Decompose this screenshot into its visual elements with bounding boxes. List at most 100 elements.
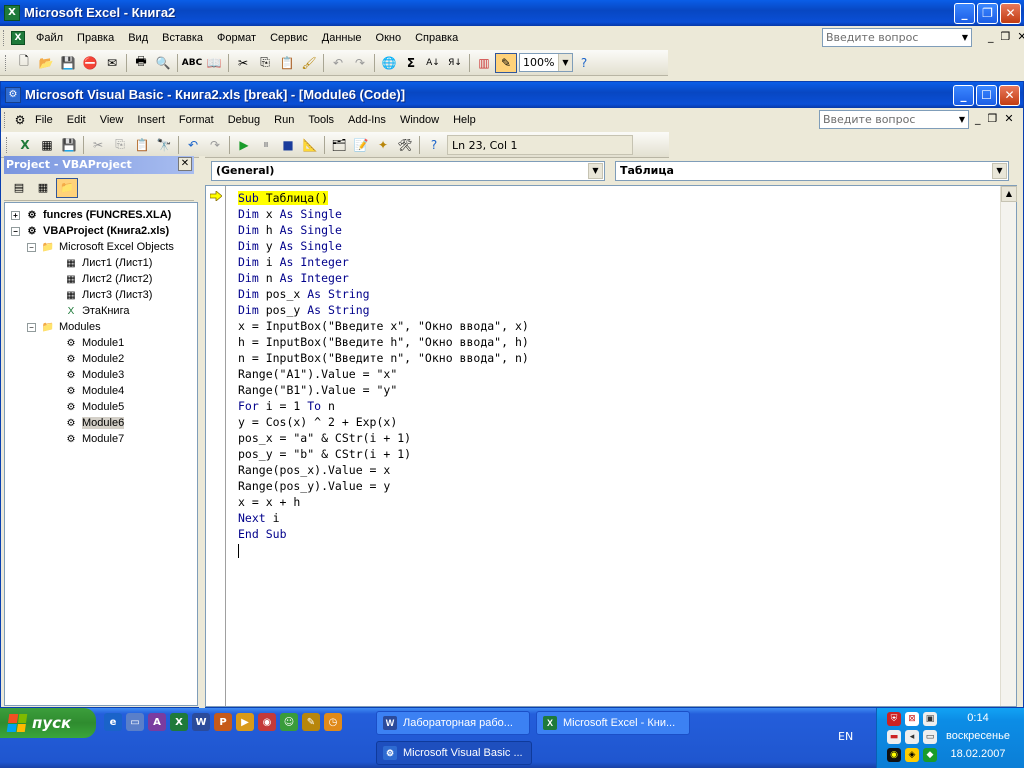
excel-menu-file[interactable]: Файл — [29, 32, 70, 44]
autosum-icon[interactable]: Σ — [400, 53, 422, 73]
chevron-down-icon[interactable]: ▼ — [959, 29, 971, 46]
help-icon[interactable]: ? — [573, 53, 595, 73]
vbe-close-button[interactable]: ✕ — [999, 85, 1020, 106]
vbe-menu-window[interactable]: Window — [393, 114, 446, 126]
undo-icon[interactable]: ↶ — [182, 135, 204, 155]
code-line[interactable]: Range("B1").Value = "y" — [238, 382, 529, 398]
vbe-menu-tools[interactable]: Tools — [301, 114, 341, 126]
excel-close-button[interactable]: ✕ — [1000, 3, 1021, 24]
vbe-ask-question-box[interactable]: Введите вопрос ▼ — [819, 110, 969, 129]
object-combo[interactable]: (General) ▼ — [211, 161, 605, 181]
powerpoint-icon[interactable]: P — [214, 713, 232, 731]
collapse-icon[interactable]: − — [11, 226, 20, 236]
code-editor[interactable]: Sub Таблица() Dim x As Single Dim h As S… — [205, 185, 1017, 707]
security-icon[interactable]: ◈ — [905, 748, 919, 762]
doc-minimize-icon[interactable]: _ — [988, 30, 994, 43]
access-icon[interactable]: A — [148, 713, 166, 731]
procedure-combo[interactable]: Таблица ▼ — [615, 161, 1009, 181]
format-painter-icon[interactable]: 🖌 — [298, 53, 320, 73]
tree-item-funcres[interactable]: + ⚙ funcres (FUNCRES.XLA) — [11, 207, 171, 223]
redo-icon[interactable]: ↷ — [349, 53, 371, 73]
tree-item-thisworkbook[interactable]: X ЭтаКнига — [63, 303, 130, 319]
tree-item-excel-objects[interactable]: − 📁 Microsoft Excel Objects — [27, 239, 174, 255]
spelling-icon[interactable]: ABC — [181, 53, 203, 73]
tree-item-sheet3[interactable]: ▦ Лист3 (Лист3) — [63, 287, 152, 303]
drawing-icon[interactable]: ✎ — [495, 52, 517, 73]
break-icon[interactable]: ⏸ — [255, 135, 277, 155]
code-line[interactable]: Dim i As Integer — [238, 254, 529, 270]
tree-item-modules[interactable]: − 📁 Modules — [27, 319, 101, 335]
excel-menu-tools[interactable]: Сервис — [263, 32, 315, 44]
email-icon[interactable]: ✉ — [101, 53, 123, 73]
code-line[interactable]: Dim n As Integer — [238, 270, 529, 286]
object-browser-icon[interactable]: ✦ — [372, 135, 394, 155]
excel-menu-insert[interactable]: Вставка — [155, 32, 210, 44]
view-excel-icon[interactable]: X — [14, 135, 36, 155]
undo-icon[interactable]: ↶ — [327, 53, 349, 73]
safely-remove-icon[interactable]: ▬ — [887, 730, 901, 744]
sort-ascending-icon[interactable]: A↓ — [422, 53, 444, 73]
vbe-menu-file[interactable]: File — [28, 114, 60, 126]
doc-restore-icon[interactable]: ❐ — [1001, 30, 1011, 43]
chevron-down-icon[interactable]: ▼ — [588, 163, 603, 179]
vbe-menu-addins[interactable]: Add-Ins — [341, 114, 393, 126]
volume-icon[interactable]: ◂ — [905, 730, 919, 744]
taskbar-item-vbe[interactable]: ⚙ Microsoft Visual Basic ... — [376, 741, 532, 765]
code-vertical-scrollbar[interactable]: ▲ — [1000, 186, 1017, 706]
update-icon[interactable]: ◆ — [923, 748, 937, 762]
vbe-menu-run[interactable]: Run — [267, 114, 301, 126]
scroll-up-icon[interactable]: ▲ — [1001, 186, 1017, 202]
insert-module-icon[interactable]: ▦ — [36, 135, 58, 155]
excel-menu-window[interactable]: Окно — [369, 32, 409, 44]
reset-icon[interactable]: ■ — [277, 135, 299, 155]
code-line[interactable]: pos_x = "a" & CStr(i + 1) — [238, 430, 529, 446]
language-indicator[interactable]: EN — [838, 730, 853, 743]
excel-restore-button[interactable]: ❐ — [977, 3, 998, 24]
excel-icon[interactable]: X — [170, 713, 188, 731]
tree-item-module5[interactable]: ⚙ Module5 — [63, 399, 125, 415]
properties-window-icon[interactable]: 📝 — [350, 135, 372, 155]
menu-grip[interactable] — [4, 112, 8, 128]
tree-item-module1[interactable]: ⚙ Module1 — [63, 335, 125, 351]
copy-icon[interactable]: ⎘ — [254, 53, 276, 73]
connection-icon[interactable]: ▣ — [923, 712, 937, 726]
excel-minimize-button[interactable]: _ — [954, 3, 975, 24]
expand-icon[interactable]: + — [11, 210, 20, 220]
code-line[interactable]: x = x + h — [238, 494, 529, 510]
new-icon[interactable]: 🗋 — [13, 53, 35, 73]
doc-restore-icon[interactable]: ❐ — [988, 112, 998, 125]
code-line[interactable]: Range(pos_x).Value = x — [238, 462, 529, 478]
code-line[interactable]: pos_y = "b" & CStr(i + 1) — [238, 446, 529, 462]
tree-item-module7[interactable]: ⚙ Module7 — [63, 431, 125, 447]
code-line[interactable]: y = Cos(x) ^ 2 + Exp(x) — [238, 414, 529, 430]
code-line[interactable]: Range("A1").Value = "x" — [238, 366, 529, 382]
sort-descending-icon[interactable]: Я↓ — [444, 53, 466, 73]
toggle-folders-icon[interactable]: 📁 — [56, 177, 78, 198]
vbe-doc-icon[interactable]: ⚙ — [12, 110, 28, 130]
messenger-icon[interactable]: ☺ — [280, 713, 298, 731]
code-line[interactable]: n = InputBox("Введите n", "Окно ввода", … — [238, 350, 529, 366]
paste-icon[interactable]: 📋 — [276, 53, 298, 73]
code-line[interactable]: Dim x As Single — [238, 206, 529, 222]
vbe-menu-view[interactable]: View — [93, 114, 131, 126]
zoom-combo[interactable]: 100% ▼ — [519, 53, 573, 72]
vbe-title-bar[interactable]: ⚙ Microsoft Visual Basic - Книга2.xls [b… — [1, 82, 1023, 108]
code-line-current[interactable] — [238, 542, 529, 558]
save-icon[interactable]: 💾 — [57, 53, 79, 73]
code-line[interactable]: h = InputBox("Введите h", "Окно ввода", … — [238, 334, 529, 350]
vbe-menu-format[interactable]: Format — [172, 114, 221, 126]
save-icon[interactable]: 💾 — [58, 135, 80, 155]
doc-close-icon[interactable]: ✕ — [1017, 30, 1024, 43]
code-line[interactable]: Dim pos_y As String — [238, 302, 529, 318]
view-code-icon[interactable]: ▤ — [8, 178, 30, 198]
vbe-menu-debug[interactable]: Debug — [221, 114, 267, 126]
collapse-icon[interactable]: − — [27, 322, 36, 332]
tree-item-sheet1[interactable]: ▦ Лист1 (Лист1) — [63, 255, 152, 271]
cut-icon[interactable]: ✂ — [87, 135, 109, 155]
code-line[interactable]: For i = 1 To n — [238, 398, 529, 414]
vbe-menu-edit[interactable]: Edit — [60, 114, 93, 126]
vbe-menu-insert[interactable]: Insert — [130, 114, 172, 126]
media-icon[interactable]: ◉ — [887, 748, 901, 762]
taskbar-item-excel[interactable]: X Microsoft Excel - Кни... — [536, 711, 690, 735]
help-icon[interactable]: ? — [423, 135, 445, 155]
